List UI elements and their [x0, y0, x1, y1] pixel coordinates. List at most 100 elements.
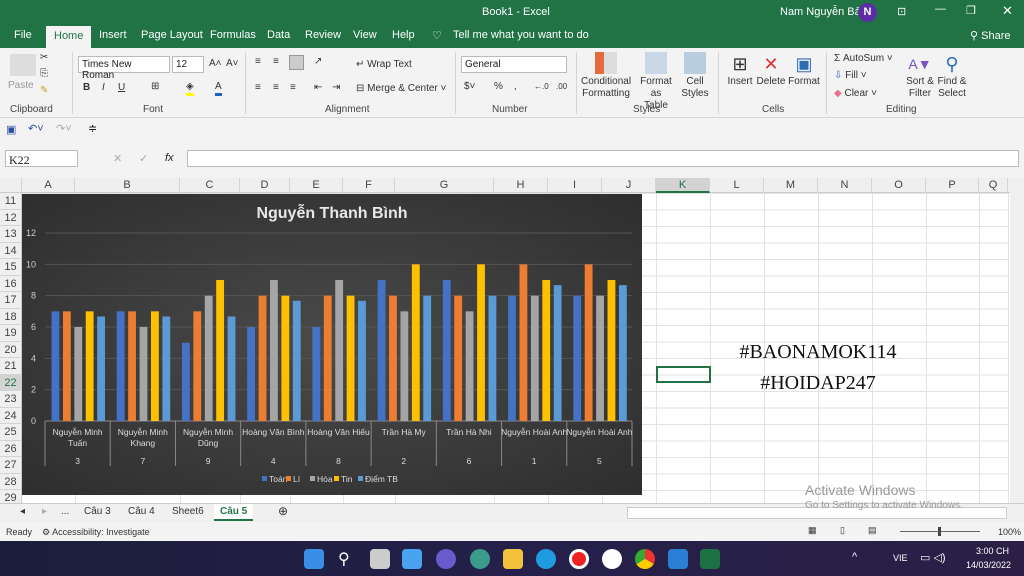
percent-button[interactable]: %: [494, 81, 503, 93]
increase-decimal-icon[interactable]: ←.0: [534, 81, 549, 93]
decrease-font-icon[interactable]: A˅: [226, 58, 239, 70]
column-header-p[interactable]: P: [926, 178, 979, 193]
column-header-a[interactable]: A: [22, 178, 75, 193]
prev-sheet-icon[interactable]: ◂: [20, 506, 25, 517]
conditional-formatting-button[interactable]: Conditional Formatting: [581, 52, 631, 100]
formula-input[interactable]: [187, 150, 1019, 167]
windows-start-icon[interactable]: [304, 549, 324, 569]
copy-icon[interactable]: ⎘: [40, 68, 48, 80]
next-sheet-icon[interactable]: ▸: [42, 506, 47, 517]
page-break-view-icon[interactable]: ▤: [868, 525, 877, 536]
add-sheet-icon[interactable]: ⊕: [278, 504, 288, 518]
borders-icon[interactable]: ⊞: [151, 81, 159, 93]
accessibility-status[interactable]: ⚙ Accessibility: Investigate: [42, 527, 150, 538]
clock-time[interactable]: 3:00 CH: [976, 546, 1009, 556]
normal-view-icon[interactable]: ▦: [808, 525, 817, 536]
task-view-icon[interactable]: [370, 549, 390, 569]
app-icon[interactable]: [470, 549, 490, 569]
row-header-20[interactable]: 20: [0, 341, 22, 358]
tab-insert[interactable]: Insert: [99, 29, 127, 41]
tab-review[interactable]: Review: [305, 29, 341, 41]
name-box[interactable]: K22: [5, 150, 78, 167]
column-header-n[interactable]: N: [818, 178, 872, 193]
clock-date[interactable]: 14/03/2022: [966, 560, 1011, 570]
row-header-13[interactable]: 13: [0, 226, 22, 243]
merge-center-button[interactable]: ⊟ Merge & Center ˅: [356, 83, 446, 95]
column-header-e[interactable]: E: [290, 178, 343, 193]
find-select-button[interactable]: ⚲ Find & Select: [935, 52, 969, 100]
undo-icon[interactable]: ↶˅: [28, 122, 44, 135]
column-header-i[interactable]: I: [548, 178, 602, 193]
cancel-icon[interactable]: ✕: [113, 152, 122, 165]
cell-styles-button[interactable]: Cell Styles: [678, 52, 712, 100]
tell-me-search[interactable]: Tell me what you want to do: [453, 29, 589, 41]
column-header-j[interactable]: J: [602, 178, 656, 193]
increase-indent-icon[interactable]: ⇥: [332, 82, 340, 94]
fill-button[interactable]: ⇩ Fill ˅: [834, 70, 867, 82]
close-icon[interactable]: ✕: [1002, 3, 1013, 19]
autosum-button[interactable]: Σ AutoSum ˅: [834, 53, 893, 65]
wrap-text-button[interactable]: ↵ Wrap Text: [356, 59, 412, 71]
column-header-h[interactable]: H: [494, 178, 548, 193]
column-header-c[interactable]: C: [180, 178, 240, 193]
paste-button[interactable]: Paste: [8, 80, 34, 92]
column-header-f[interactable]: F: [343, 178, 395, 193]
column-header-d[interactable]: D: [240, 178, 290, 193]
column-header-o[interactable]: O: [872, 178, 926, 193]
comma-button[interactable]: ,: [514, 81, 517, 93]
row-header-28[interactable]: 28: [0, 473, 22, 490]
align-left-icon[interactable]: ≡: [255, 82, 261, 94]
sheet-tab[interactable]: Câu 3: [84, 506, 111, 517]
row-header-26[interactable]: 26: [0, 440, 22, 457]
customize-qat-icon[interactable]: ≑: [88, 122, 97, 135]
sheet-tab[interactable]: Sheet6: [172, 506, 204, 517]
tab-formulas[interactable]: Formulas: [210, 29, 256, 41]
underline-button[interactable]: U: [118, 82, 125, 94]
font-name-select[interactable]: Times New Roman: [78, 56, 170, 81]
decrease-decimal-icon[interactable]: .00: [556, 81, 567, 93]
page-layout-view-icon[interactable]: ▯: [840, 525, 845, 536]
row-header-12[interactable]: 12: [0, 209, 22, 226]
align-center-icon[interactable]: ≡: [273, 82, 279, 94]
sort-filter-button[interactable]: A▼ Sort & Filter: [903, 52, 937, 100]
chart[interactable]: Nguyễn Thanh Bình 0 2 4 6 8 10 12 Nguyễn Minh Tuấ…: [22, 194, 642, 495]
format-as-table-button[interactable]: Format as Table: [634, 52, 678, 112]
vertical-scrollbar[interactable]: [1010, 178, 1024, 503]
network-volume-icon[interactable]: ▭ ◁): [920, 551, 946, 564]
restore-icon[interactable]: ❐: [966, 4, 976, 17]
zoom-level[interactable]: 100%: [998, 527, 1021, 537]
vscode-icon[interactable]: [668, 549, 688, 569]
row-header-14[interactable]: 14: [0, 242, 22, 259]
row-header-19[interactable]: 19: [0, 325, 22, 342]
cell-text[interactable]: #BAONAMOK114: [718, 341, 918, 364]
record-icon[interactable]: [569, 549, 589, 569]
share-button[interactable]: ⚲ Share: [970, 29, 1010, 42]
file-explorer-icon[interactable]: [503, 549, 523, 569]
enter-icon[interactable]: ✓: [139, 152, 148, 165]
format-cells-button[interactable]: ▣ Format: [787, 52, 821, 88]
clear-button[interactable]: ◆ Clear ˅: [834, 88, 877, 100]
tray-chevron-icon[interactable]: ^: [852, 551, 857, 563]
tab-help[interactable]: Help: [392, 29, 415, 41]
row-header-23[interactable]: 23: [0, 391, 22, 408]
search-icon[interactable]: ⚲: [338, 549, 358, 569]
tab-page-layout[interactable]: Page Layout: [141, 29, 203, 41]
tab-file[interactable]: File: [14, 29, 32, 41]
row-header-16[interactable]: 16: [0, 275, 22, 292]
row-header-21[interactable]: 21: [0, 358, 22, 375]
function-button[interactable]: fx: [165, 152, 174, 164]
tab-view[interactable]: View: [353, 29, 377, 41]
column-header-g[interactable]: G: [395, 178, 494, 193]
align-top-icon[interactable]: ≡: [255, 56, 261, 68]
align-bottom-icon[interactable]: [289, 55, 304, 70]
accounting-icon[interactable]: $˅: [464, 81, 475, 93]
selected-cell-k22[interactable]: [656, 366, 711, 383]
decrease-indent-icon[interactable]: ⇤: [314, 82, 322, 94]
font-size-select[interactable]: 12: [172, 56, 204, 73]
format-painter-icon[interactable]: ✎: [40, 85, 48, 97]
bold-button[interactable]: B: [83, 82, 90, 94]
minimize-icon[interactable]: —: [935, 3, 946, 15]
font-color-icon[interactable]: A: [215, 81, 222, 96]
row-header-11[interactable]: 11: [0, 193, 22, 210]
avatar[interactable]: N: [858, 3, 877, 22]
